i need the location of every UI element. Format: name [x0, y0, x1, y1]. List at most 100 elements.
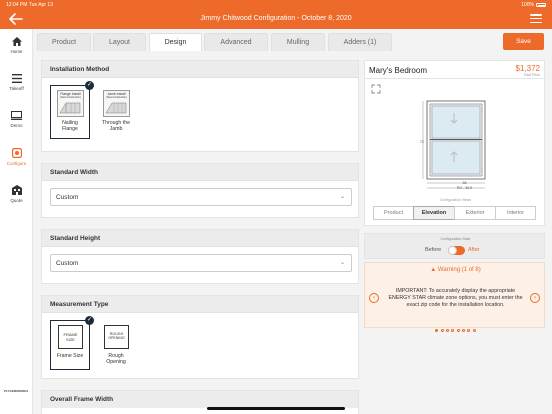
frame-size-image: FRAME SIZE [58, 325, 83, 349]
rough-opening-option[interactable]: ROUGH OPENING Rough Opening [96, 320, 136, 370]
tab-product[interactable]: Product [37, 33, 91, 51]
rough-opening-label: Rough Opening [106, 353, 126, 365]
tab-adders[interactable]: Adders (1) [328, 33, 392, 51]
nav-configure-label: Configure [6, 161, 27, 166]
nav-takeoff[interactable]: Takeoff [0, 74, 33, 91]
page-dot[interactable] [451, 329, 455, 332]
standard-height-heading: Standard Height [42, 230, 358, 247]
view-tab-interior[interactable]: Interior [495, 206, 536, 220]
list-icon [11, 74, 22, 83]
nav-home[interactable]: Home [0, 37, 33, 54]
installation-method-heading: Installation Method [42, 61, 358, 78]
nav-quote[interactable]: Quote [0, 185, 33, 203]
warning-card: ▲ Warning (1 of 8) ‹ IMPORTANT: To accur… [364, 262, 546, 332]
page-dot[interactable] [445, 329, 449, 332]
standard-width-select[interactable]: Custom ⌄ [50, 188, 352, 206]
hamburger-menu-icon[interactable] [530, 14, 542, 24]
nailing-flange-label: Nailing Flange [62, 120, 78, 132]
nav-demo-label: Demo [10, 123, 23, 128]
page-dot[interactable] [456, 329, 460, 332]
before-after-toggle[interactable] [448, 246, 465, 255]
flange-diagram [59, 102, 81, 114]
warning-title: ▲ Warning (1 of 8) [365, 267, 546, 273]
overall-frame-width-section: Overall Frame Width [41, 390, 359, 414]
chevron-down-icon: ⌄ [339, 260, 345, 266]
width-dimension: 36 [462, 181, 467, 185]
battery-icon [536, 3, 546, 7]
config-state-label: Configuration State [440, 237, 471, 241]
page-dot[interactable] [472, 329, 476, 332]
height-dimension: 72 [420, 140, 424, 144]
after-label: After [468, 247, 480, 253]
presentation-icon [11, 111, 22, 120]
nailing-flange-option[interactable]: Flange Install (New Construction) Nailin… [50, 85, 90, 139]
configure-icon [11, 148, 22, 158]
home-icon [11, 37, 22, 46]
left-nav: Home Takeoff Demo Configure Quote PLYGEM… [0, 29, 33, 414]
view-tab-product[interactable]: Product [373, 206, 414, 220]
nav-configure[interactable]: Configure [0, 148, 33, 166]
nav-demo[interactable]: Demo [0, 111, 33, 128]
overall-frame-width-heading: Overall Frame Width [42, 391, 358, 408]
standard-height-section: Standard Height Custom ⌄ [41, 229, 359, 284]
save-button[interactable]: Save [503, 33, 544, 50]
nav-quote-label: Quote [10, 198, 23, 203]
jamb-install-image: Jamb Install (New Construction) [103, 90, 130, 117]
rough-dimension: RO - 36.5 [456, 186, 473, 190]
chevron-down-icon: ⌄ [339, 194, 345, 200]
page-title: Jimmy Chitwood Configuration - October 8… [200, 15, 352, 22]
building-icon [11, 185, 22, 195]
selected-check-icon: ✓ [85, 316, 94, 325]
status-time: 12:04 PM Tue Apr 13 [6, 2, 53, 8]
through-jamb-option[interactable]: Jamb Install (New Construction) Through … [96, 85, 136, 139]
top-bar: Jimmy Chitwood Configuration - October 8… [0, 9, 552, 29]
view-tab-elevation[interactable]: Elevation [413, 206, 455, 220]
measurement-type-heading: Measurement Type [42, 296, 358, 313]
config-tabs: Product Layout Design Advanced Mulling A… [33, 29, 552, 51]
standard-width-section: Standard Width Custom ⌄ [41, 163, 359, 218]
config-views-label: Configuration Views [439, 198, 472, 202]
window-preview-panel: Mary's Bedroom $1,372 Total Price 72 36 … [364, 60, 546, 226]
brand-logo: PLYGEM/SERIES [4, 389, 29, 393]
warning-triangle-icon: ▲ [430, 267, 437, 273]
page-dot[interactable] [440, 329, 444, 332]
view-tab-exterior[interactable]: Exterior [454, 206, 496, 220]
battery-percent: 100% [521, 2, 534, 8]
page-dot[interactable] [467, 329, 471, 332]
total-price: $1,372 [515, 64, 540, 73]
nav-home-label: Home [10, 49, 23, 54]
tab-layout[interactable]: Layout [93, 33, 146, 51]
frame-size-label: Frame Size [56, 353, 84, 359]
page-dot[interactable] [462, 329, 466, 332]
room-name: Mary's Bedroom [369, 66, 427, 75]
standard-width-heading: Standard Width [42, 164, 358, 181]
tab-advanced[interactable]: Advanced [204, 33, 268, 51]
chevron-right-icon[interactable]: › [530, 293, 540, 303]
warning-title-text: Warning (1 of 8) [437, 267, 481, 273]
tab-design[interactable]: Design [149, 33, 202, 51]
measurement-type-section: Measurement Type FRAME SIZE Frame Size ✓… [41, 295, 359, 379]
expand-icon[interactable] [371, 84, 381, 94]
nav-takeoff-label: Takeoff [9, 86, 24, 91]
jamb-diagram [105, 102, 127, 114]
rough-opening-image: ROUGH OPENING [104, 325, 129, 349]
before-label: Before [425, 247, 442, 253]
standard-width-value: Custom [56, 194, 79, 201]
standard-height-value: Custom [56, 260, 79, 267]
home-indicator[interactable] [207, 407, 345, 410]
page-dot[interactable] [435, 329, 439, 332]
view-tabs: Product Elevation Exterior Interior [373, 206, 536, 220]
warning-pagination [365, 319, 546, 337]
flange-install-image: Flange Install (New Construction) [57, 90, 84, 117]
frame-size-option[interactable]: FRAME SIZE Frame Size [50, 320, 90, 370]
battery-indicator: 100% [521, 2, 546, 8]
through-jamb-label: Through the Jamb [102, 120, 130, 132]
standard-height-select[interactable]: Custom ⌄ [50, 254, 352, 272]
price-note: Total Price [523, 73, 540, 77]
status-bar: 12:04 PM Tue Apr 13 100% [0, 0, 552, 9]
selected-check-icon: ✓ [85, 81, 94, 90]
tab-mulling[interactable]: Mulling [271, 33, 325, 51]
chevron-left-icon[interactable]: ‹ [369, 293, 379, 303]
before-after-row: Configuration State Before After [364, 233, 545, 259]
installation-method-section: Installation Method Flange Install (New … [41, 60, 359, 152]
